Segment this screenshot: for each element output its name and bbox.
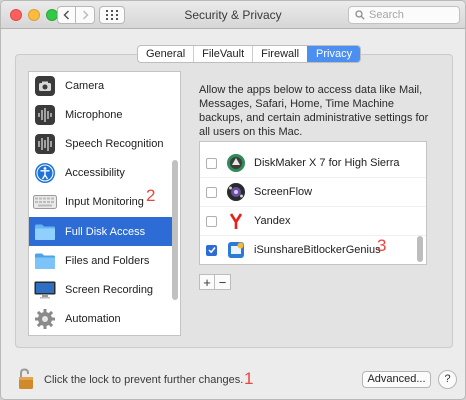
- isunshare-icon: [226, 240, 246, 260]
- sidebar-item-label: Camera: [65, 79, 105, 92]
- app-name: DiskMaker X 7 for High Sierra: [254, 157, 400, 169]
- advanced-button[interactable]: Advanced...: [362, 371, 431, 388]
- app-name: Yandex: [254, 215, 291, 227]
- privacy-category-list[interactable]: Camera Microphone Speech Recognition Acc…: [28, 71, 181, 336]
- app-list[interactable]: DiskMaker X 7 for High Sierra ScreenFlow…: [199, 141, 427, 265]
- screenflow-icon: [226, 182, 246, 202]
- sidebar-item-speech-recognition[interactable]: Speech Recognition: [29, 129, 172, 158]
- app-row-screenflow[interactable]: ScreenFlow: [200, 178, 426, 207]
- sidebar-item-label: Automation: [65, 312, 121, 325]
- app-row-yandex[interactable]: Yandex: [200, 207, 426, 236]
- title-bar: Security & Privacy: [1, 1, 465, 29]
- sidebar-item-label: Full Disk Access: [65, 225, 146, 238]
- camera-icon: [33, 74, 57, 98]
- app-checkbox[interactable]: [206, 244, 217, 256]
- checkmark-icon: [207, 247, 216, 254]
- search-field[interactable]: [348, 6, 460, 24]
- app-name: iSunshareBitlockerGenius: [254, 244, 381, 256]
- privacy-description: Allow the apps below to access data like…: [199, 84, 429, 138]
- sidebar-item-label: Screen Recording: [65, 283, 154, 296]
- sidebar-item-files-and-folders[interactable]: Files and Folders: [29, 246, 172, 275]
- app-name: ScreenFlow: [254, 186, 313, 198]
- sidebar-item-label: Input Monitoring: [65, 195, 144, 208]
- sidebar-item-label: Speech Recognition: [65, 137, 164, 150]
- sidebar-item-camera[interactable]: Camera: [29, 72, 172, 100]
- sidebar-item-label: Microphone: [65, 108, 123, 121]
- folder-icon: [33, 220, 57, 244]
- help-button[interactable]: ?: [438, 370, 457, 389]
- keyboard-icon: [33, 190, 57, 214]
- tab-filevault[interactable]: FileVault: [193, 46, 252, 62]
- app-list-scrollbar[interactable]: [417, 236, 423, 262]
- annotation-number-1: 1: [244, 369, 254, 388]
- app-row-isunshare[interactable]: iSunshareBitlockerGenius: [200, 236, 426, 264]
- app-checkbox[interactable]: [206, 157, 217, 169]
- folder-icon: [33, 249, 57, 273]
- remove-app-button[interactable]: −: [215, 274, 231, 290]
- gear-icon: [33, 307, 57, 331]
- app-checkbox[interactable]: [206, 186, 217, 198]
- sidebar-item-full-disk-access[interactable]: Full Disk Access: [29, 217, 172, 246]
- sidebar-item-automation[interactable]: Automation: [29, 304, 172, 333]
- app-checkbox[interactable]: [206, 215, 217, 227]
- category-list-scrollbar[interactable]: [172, 160, 178, 300]
- tab-general[interactable]: General: [138, 46, 193, 62]
- sidebar-item-label: Files and Folders: [65, 254, 150, 267]
- sidebar-item-microphone[interactable]: Microphone: [29, 100, 172, 129]
- accessibility-icon: [33, 161, 57, 185]
- display-icon: [33, 278, 57, 302]
- tab-bar: General FileVault Firewall Privacy: [137, 45, 362, 63]
- yandex-icon: [226, 211, 246, 231]
- sidebar-item-accessibility[interactable]: Accessibility: [29, 158, 172, 187]
- speech-recognition-icon: [33, 132, 57, 156]
- lock-button[interactable]: [17, 368, 39, 390]
- sidebar-item-screen-recording[interactable]: Screen Recording: [29, 275, 172, 304]
- sidebar-item-label: Accessibility: [65, 166, 125, 179]
- annotation-number-2: 2: [146, 186, 156, 205]
- microphone-icon: [33, 103, 57, 127]
- unlocked-lock-icon: [19, 368, 33, 389]
- search-icon: [355, 10, 365, 20]
- app-row-diskmaker[interactable]: DiskMaker X 7 for High Sierra: [200, 149, 426, 178]
- add-app-button[interactable]: +: [199, 274, 215, 290]
- tab-privacy[interactable]: Privacy: [307, 46, 361, 62]
- tab-firewall[interactable]: Firewall: [252, 46, 307, 62]
- security-privacy-window: Security & Privacy General FileVault Fir…: [0, 0, 466, 400]
- search-input[interactable]: [369, 9, 459, 21]
- diskmaker-icon: [226, 153, 246, 173]
- annotation-number-3: 3: [377, 236, 387, 255]
- lock-hint-text: Click the lock to prevent further change…: [44, 374, 244, 386]
- add-remove-buttons: + −: [199, 274, 231, 290]
